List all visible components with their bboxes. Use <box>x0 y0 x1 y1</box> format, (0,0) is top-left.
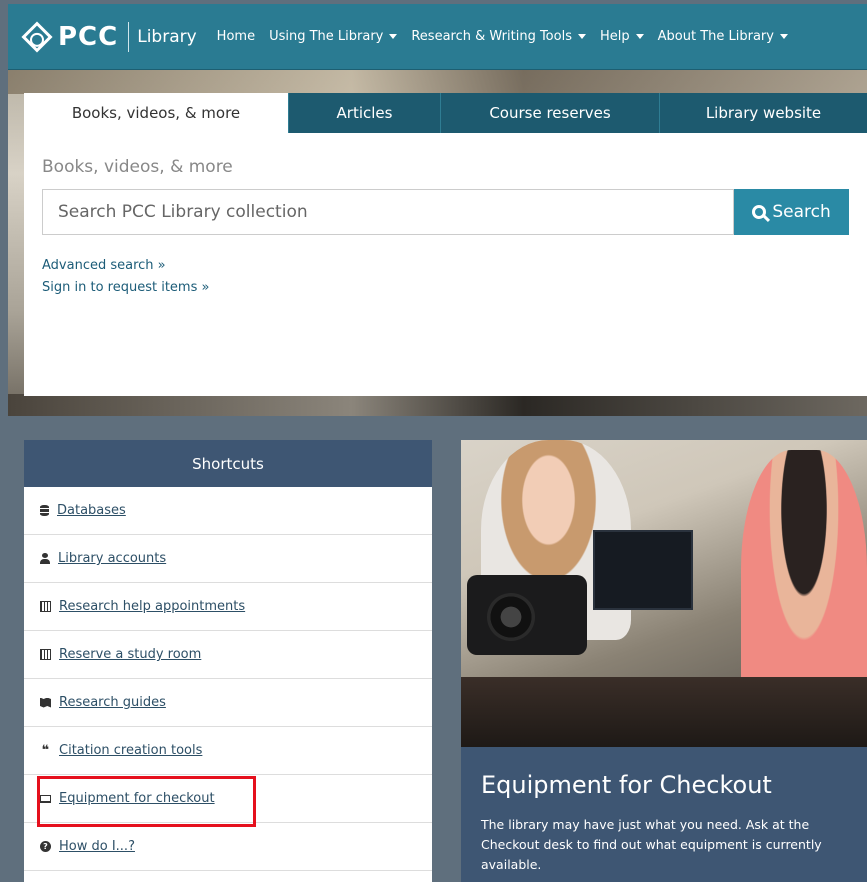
shortcut-how-do-i: ? How do I...? <box>24 823 432 871</box>
search-button-label: Search <box>772 202 831 222</box>
shortcuts-title: Shortcuts <box>24 440 432 487</box>
question-circle-icon: ? <box>40 841 51 852</box>
shortcut-link-how-do-i[interactable]: How do I...? <box>59 839 135 854</box>
calendar-icon <box>40 601 51 612</box>
shortcut-link-reserve-study-room[interactable]: Reserve a study room <box>59 647 201 662</box>
nav-link-label: Research & Writing Tools <box>411 29 572 44</box>
nav-link-help[interactable]: Help <box>600 29 644 44</box>
tab-library-website[interactable]: Library website <box>659 93 867 133</box>
feature-title[interactable]: Equipment for Checkout <box>461 747 867 799</box>
nav-link-about-the-library[interactable]: About The Library <box>658 29 788 44</box>
search-tabs: Books, videos, & more Articles Course re… <box>24 93 867 133</box>
search-button[interactable]: Search <box>734 189 849 235</box>
tab-books-videos[interactable]: Books, videos, & more <box>24 93 288 133</box>
shortcut-research-help-appointments: Research help appointments <box>24 583 432 631</box>
tab-articles[interactable]: Articles <box>288 93 440 133</box>
nav-link-label: About The Library <box>657 29 774 44</box>
shortcut-citation-tools: ❝ Citation creation tools <box>24 727 432 775</box>
nav-link-using-the-library[interactable]: Using The Library <box>269 29 398 44</box>
nav-link-label: Home <box>216 29 256 44</box>
search-row: Search <box>42 189 849 235</box>
quote-icon: ❝ <box>41 742 50 758</box>
search-panel-body: Books, videos, & more Search Advanced se… <box>24 133 867 299</box>
search-icon <box>752 205 767 219</box>
nav-link-research-writing-tools[interactable]: Research & Writing Tools <box>411 29 586 44</box>
calendar-icon <box>40 649 51 660</box>
logo-divider <box>128 21 130 52</box>
logo-text: PCC <box>58 21 119 52</box>
hero-ceiling-beam <box>8 70 867 94</box>
shortcut-equipment-checkout: Equipment for checkout <box>24 775 432 823</box>
feature-photo[interactable] <box>461 440 867 747</box>
search-heading: Books, videos, & more <box>42 157 233 177</box>
advanced-search-link[interactable]: Advanced search » <box>42 255 849 277</box>
nav-link-home[interactable]: Home <box>217 29 255 44</box>
caret-down-icon <box>389 34 398 39</box>
shortcut-research-guides: Research guides <box>24 679 432 727</box>
nav-link-label: Using The Library <box>269 29 384 44</box>
database-icon <box>40 505 49 516</box>
map-icon <box>40 697 51 708</box>
hero-floor <box>8 394 867 416</box>
shortcut-reserve-study-room: Reserve a study room <box>24 631 432 679</box>
shortcuts-panel: Shortcuts Databases Library accounts Res… <box>24 440 432 882</box>
feature-card: Equipment for Checkout The library may h… <box>461 440 867 882</box>
top-navigation-bar: PCC Library Home Using The Library Resea… <box>8 4 867 70</box>
pcc-logo-icon <box>21 20 53 53</box>
shortcut-library-accounts: Library accounts <box>24 535 432 583</box>
shortcut-link-citation-tools[interactable]: Citation creation tools <box>59 743 202 758</box>
caret-down-icon <box>779 34 788 39</box>
sign-in-link[interactable]: Sign in to request items » <box>42 277 849 299</box>
shortcut-link-databases[interactable]: Databases <box>57 503 126 518</box>
feature-description: The library may have just what you need.… <box>481 817 822 872</box>
nav-links: Home Using The Library Research & Writin… <box>217 29 788 44</box>
shortcut-link-research-help[interactable]: Research help appointments <box>59 599 245 614</box>
tab-course-reserves[interactable]: Course reserves <box>440 93 659 133</box>
user-icon <box>40 553 50 564</box>
shortcut-link-library-accounts[interactable]: Library accounts <box>58 551 166 566</box>
laptop-icon <box>40 794 51 803</box>
shortcut-link-research-guides[interactable]: Research guides <box>59 695 166 710</box>
nav-link-label: Help <box>599 29 630 44</box>
photo-camera <box>467 575 587 655</box>
photo-monitor <box>593 530 693 610</box>
caret-down-icon <box>577 34 586 39</box>
search-input[interactable] <box>42 189 735 235</box>
caret-down-icon <box>635 34 644 39</box>
search-links: Advanced search » Sign in to request ite… <box>42 255 849 299</box>
shortcut-link-equipment-checkout[interactable]: Equipment for checkout <box>59 791 215 806</box>
logo-subtitle: Library <box>137 26 197 47</box>
photo-desk <box>461 677 867 747</box>
pcc-library-logo[interactable]: PCC Library <box>21 20 197 53</box>
shortcut-databases: Databases <box>24 487 432 535</box>
search-panel: Books, videos, & more Articles Course re… <box>24 93 867 396</box>
